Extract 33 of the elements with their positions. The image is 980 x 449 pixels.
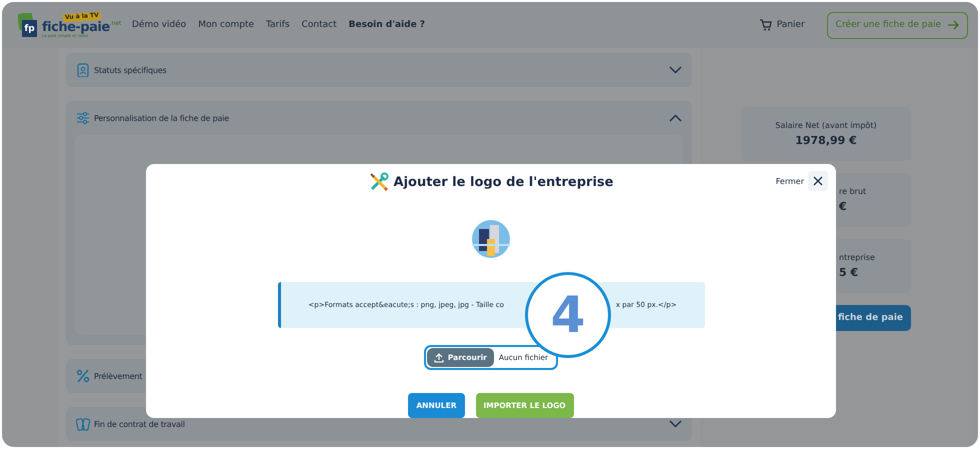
nav-link[interactable]: Démo vidéo bbox=[132, 20, 186, 30]
badge-document-icon bbox=[76, 63, 90, 77]
logo-wordmark: fiche-paie bbox=[42, 21, 110, 34]
close-button[interactable]: Fermer bbox=[776, 171, 828, 191]
accordion-title[interactable]: Statuts spécifiques bbox=[94, 66, 166, 74]
arrow-right-icon bbox=[947, 20, 959, 30]
summary-label: ntreprise bbox=[839, 253, 876, 262]
summary-value: 1978,99 € bbox=[795, 134, 857, 147]
nav-link[interactable]: Besoin d'aide ? bbox=[348, 20, 426, 30]
nav-link[interactable]: Tarifs bbox=[266, 20, 290, 30]
cart-icon bbox=[758, 19, 772, 31]
accordion-title[interactable]: Prélèvement bbox=[94, 372, 142, 380]
nav-link[interactable]: Mon compte bbox=[198, 20, 254, 30]
buildings-icon bbox=[471, 219, 511, 259]
summary-value: € bbox=[839, 200, 848, 213]
tools-icon bbox=[368, 172, 389, 192]
summary-label: re brut bbox=[839, 187, 868, 196]
accordion-title[interactable]: Fin de contrat de travail bbox=[94, 420, 185, 428]
summary-value: 5 € bbox=[839, 266, 860, 279]
chevron-down-icon[interactable] bbox=[669, 420, 682, 428]
modal-title: Ajouter le logo de l'entreprise bbox=[394, 174, 614, 190]
logo-mark: fp bbox=[22, 20, 37, 37]
nav-link[interactable]: Contact bbox=[302, 20, 337, 30]
accordion-title[interactable]: Personnalisation de la fiche de paie bbox=[94, 114, 229, 122]
documents-icon bbox=[76, 417, 90, 431]
chevron-up-icon[interactable] bbox=[669, 114, 682, 122]
chevron-down-icon[interactable] bbox=[669, 66, 682, 74]
percent-icon bbox=[76, 369, 90, 383]
close-icon bbox=[808, 171, 828, 191]
sliders-icon bbox=[76, 111, 90, 125]
cart-link[interactable]: Panier bbox=[758, 19, 805, 31]
summary-label: Salaire Net (avant impôt) bbox=[775, 121, 877, 130]
upload-icon bbox=[434, 352, 444, 362]
